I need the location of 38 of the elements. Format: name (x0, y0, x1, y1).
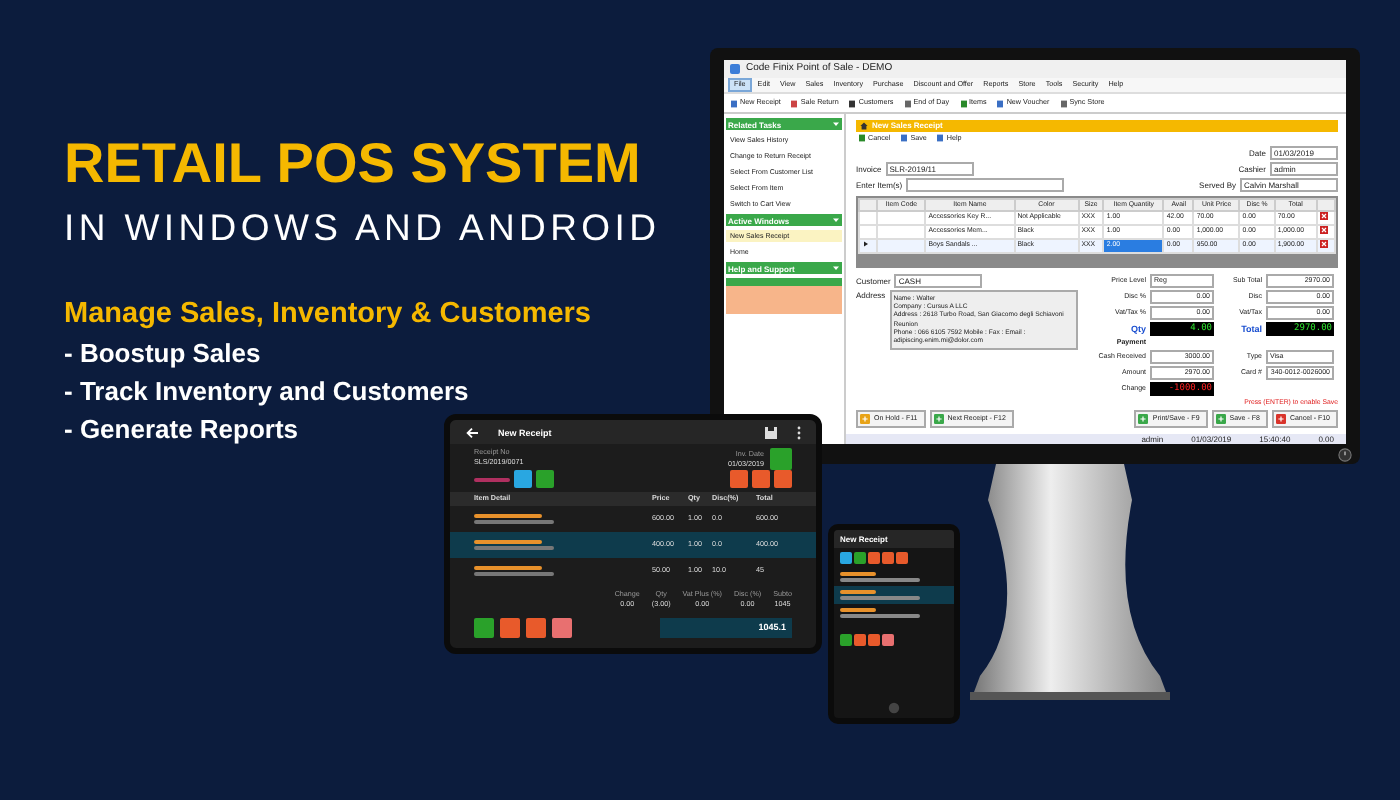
more-icon[interactable] (796, 423, 802, 441)
document-icon (1059, 99, 1068, 107)
square-icon (860, 414, 870, 424)
back-arrow-icon[interactable] (464, 423, 482, 441)
save-icon[interactable] (762, 423, 780, 441)
delete-icon[interactable] (1319, 211, 1328, 220)
chevron-icon (832, 264, 840, 272)
home-button-icon[interactable] (888, 702, 900, 714)
receipt-row[interactable] (834, 586, 954, 604)
document-icon (900, 134, 909, 143)
document-icon (848, 99, 857, 107)
square-icon (1138, 414, 1149, 424)
feature-text: - Boostup Sales (64, 338, 261, 368)
document-icon (936, 134, 945, 143)
subheadline: IN WINDOWS AND ANDROID (64, 206, 661, 250)
document-icon (959, 99, 968, 107)
power-icon (1338, 448, 1352, 462)
house-icon (860, 121, 868, 130)
delete-icon[interactable] (1319, 239, 1328, 248)
feature-text: - Track Inventory and Customers (64, 376, 469, 406)
document-icon (730, 99, 738, 107)
app-icon (730, 64, 740, 74)
document-icon (996, 99, 1005, 107)
tagline: Manage Sales, Inventory & Customers (64, 298, 591, 330)
feature-text: - Generate Reports (64, 414, 299, 444)
pointer-icon (862, 239, 870, 248)
document-icon (790, 99, 799, 107)
square-icon (933, 414, 944, 424)
item-entry-field[interactable] (906, 177, 1065, 192)
square-icon (1215, 414, 1226, 424)
document-icon (858, 134, 866, 143)
headline: RETAIL POS SYSTEM (64, 130, 641, 198)
document-icon (903, 99, 912, 107)
chevron-icon (832, 216, 840, 224)
delete-icon[interactable] (1319, 225, 1328, 234)
chevron-icon (832, 120, 840, 128)
reminder-panel (726, 278, 842, 314)
square-icon (1275, 414, 1286, 424)
